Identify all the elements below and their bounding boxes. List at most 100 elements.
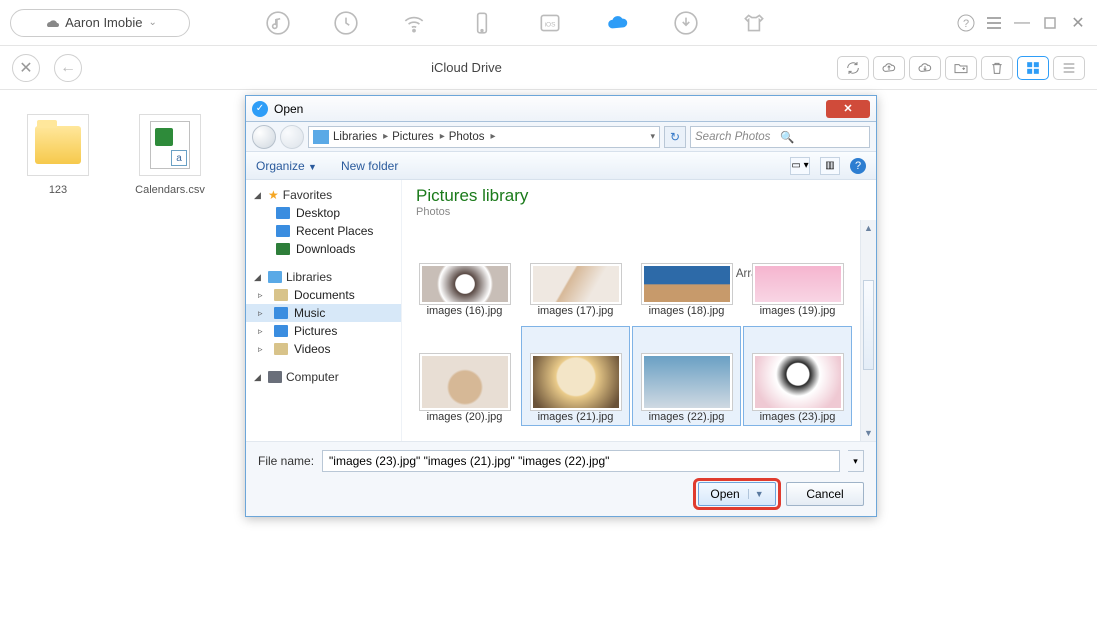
folder-item[interactable]: 123 <box>18 114 98 196</box>
music-icon <box>274 307 288 319</box>
organize-menu[interactable]: Organize ▼ <box>256 159 317 173</box>
preview-pane-button[interactable]: ▥ <box>820 157 840 175</box>
open-button[interactable]: Open ▼ <box>698 482 776 506</box>
file-name: images (19).jpg <box>760 305 836 317</box>
delete-button[interactable] <box>981 56 1013 80</box>
tree-item-downloads[interactable]: Downloads <box>246 240 401 258</box>
app-topbar: Aaron Imobie ⌄ iOS ? — ✕ <box>0 0 1097 46</box>
search-icon: 🔍 <box>780 130 865 144</box>
file-thumbnail[interactable]: images (16).jpg <box>410 220 519 320</box>
tree-item-recent[interactable]: Recent Places <box>246 222 401 240</box>
file-name: images (18).jpg <box>649 305 725 317</box>
folder-tree: ◢★Favorites Desktop Recent Places Downlo… <box>246 180 402 441</box>
file-name-input[interactable] <box>322 450 840 472</box>
file-thumbnail[interactable]: images (23).jpg <box>743 326 852 426</box>
download-cloud-button[interactable] <box>909 56 941 80</box>
tree-item-documents[interactable]: ▹Documents <box>246 286 401 304</box>
nav-back-button[interactable] <box>252 125 276 149</box>
file-thumbnail[interactable]: images (22).jpg <box>632 326 741 426</box>
tree-item-desktop[interactable]: Desktop <box>246 204 401 222</box>
scroll-up-icon[interactable]: ▲ <box>861 220 876 236</box>
tree-item-music[interactable]: ▹Music <box>246 304 401 322</box>
file-thumbnail[interactable]: images (17).jpg <box>521 220 630 320</box>
file-name-label: File name: <box>258 454 314 468</box>
file-grid: images (16).jpg images (17).jpg images (18… <box>402 220 860 441</box>
address-dropdown-icon[interactable]: ▾ <box>650 131 655 142</box>
file-thumbnail[interactable]: images (21).jpg <box>521 326 630 426</box>
scroll-down-icon[interactable]: ▼ <box>861 425 876 441</box>
refresh-icon[interactable]: ↻ <box>664 126 686 148</box>
desktop-icon <box>276 207 290 219</box>
svg-text:?: ? <box>963 18 969 30</box>
tree-libraries[interactable]: ◢Libraries <box>246 268 401 286</box>
file-name: images (21).jpg <box>538 411 614 423</box>
help-icon[interactable]: ? <box>957 14 975 32</box>
dialog-titlebar[interactable]: ✓ Open ✕ <box>246 96 876 122</box>
tab-history[interactable] <box>312 0 380 46</box>
tab-icloud[interactable] <box>584 0 652 46</box>
file-item[interactable]: Calendars.csv <box>130 114 210 196</box>
scroll-thumb[interactable] <box>863 280 874 370</box>
image-thumb <box>641 263 733 305</box>
image-thumb <box>641 353 733 411</box>
upload-button[interactable] <box>873 56 905 80</box>
tree-item-pictures[interactable]: ▹Pictures <box>246 322 401 340</box>
close-button[interactable]: ✕ <box>1069 14 1087 32</box>
list-view-button[interactable] <box>1053 56 1085 80</box>
item-label: 123 <box>49 184 67 196</box>
tab-music[interactable] <box>244 0 312 46</box>
image-thumb <box>752 263 844 305</box>
file-name: images (17).jpg <box>538 305 614 317</box>
toolbar-actions <box>837 56 1085 80</box>
folder-icon <box>27 114 89 176</box>
dialog-title: Open <box>274 102 303 116</box>
dialog-body: ◢★Favorites Desktop Recent Places Downlo… <box>246 180 876 441</box>
refresh-button[interactable] <box>837 56 869 80</box>
file-thumbnail[interactable]: images (19).jpg <box>743 220 852 320</box>
tab-phone[interactable] <box>448 0 516 46</box>
tree-item-videos[interactable]: ▹Videos <box>246 340 401 358</box>
tree-computer[interactable]: ◢Computer <box>246 368 401 386</box>
scrollbar[interactable]: ▲ ▼ <box>860 220 876 441</box>
file-thumbnail[interactable]: images (20).jpg <box>410 326 519 426</box>
close-page-button[interactable]: ✕ <box>12 54 40 82</box>
file-thumbnail[interactable]: images (18).jpg <box>632 220 741 320</box>
image-thumb <box>419 353 511 411</box>
search-input[interactable]: Search Photos 🔍 <box>690 126 870 148</box>
chevron-down-icon: ▼ <box>748 489 764 499</box>
grid-view-button[interactable] <box>1017 56 1049 80</box>
address-bar[interactable]: Libraries Pictures Photos ▾ <box>308 126 660 148</box>
help-icon[interactable]: ? <box>850 158 866 174</box>
cloud-icon <box>43 17 59 29</box>
menu-icon[interactable] <box>985 14 1003 32</box>
cancel-button[interactable]: Cancel <box>786 482 864 506</box>
download-icon <box>276 243 290 255</box>
app-icon: ✓ <box>252 101 268 117</box>
new-folder-button[interactable] <box>945 56 977 80</box>
dialog-close-button[interactable]: ✕ <box>826 100 870 118</box>
file-name-dropdown[interactable]: ▾ <box>848 450 864 472</box>
file-gallery: Pictures library Photos Arrange by: Fold… <box>402 180 876 441</box>
back-button[interactable]: ← <box>54 54 82 82</box>
tab-wifi[interactable] <box>380 0 448 46</box>
breadcrumb-item[interactable]: Photos <box>449 131 496 143</box>
tab-tshirt[interactable] <box>720 0 788 46</box>
tab-download[interactable] <box>652 0 720 46</box>
dialog-footer: File name: ▾ Open ▼ Cancel <box>246 441 876 516</box>
library-title: Pictures library <box>416 186 862 206</box>
image-thumb <box>530 263 622 305</box>
file-name: images (22).jpg <box>649 411 725 423</box>
library-subtitle: Photos <box>416 206 862 218</box>
gallery-header: Pictures library Photos <box>402 180 876 220</box>
nav-forward-button[interactable] <box>280 125 304 149</box>
tab-ios[interactable]: iOS <box>516 0 584 46</box>
tree-favorites[interactable]: ◢★Favorites <box>246 186 401 204</box>
breadcrumb-item[interactable]: Pictures <box>392 131 445 143</box>
breadcrumb-item[interactable]: Libraries <box>333 131 388 143</box>
new-folder-button[interactable]: New folder <box>341 159 398 173</box>
account-dropdown[interactable]: Aaron Imobie ⌄ <box>10 9 190 37</box>
minimize-button[interactable]: — <box>1013 14 1031 32</box>
image-thumb <box>530 353 622 411</box>
view-mode-button[interactable]: ▭ ▾ <box>790 157 810 175</box>
maximize-button[interactable] <box>1041 14 1059 32</box>
